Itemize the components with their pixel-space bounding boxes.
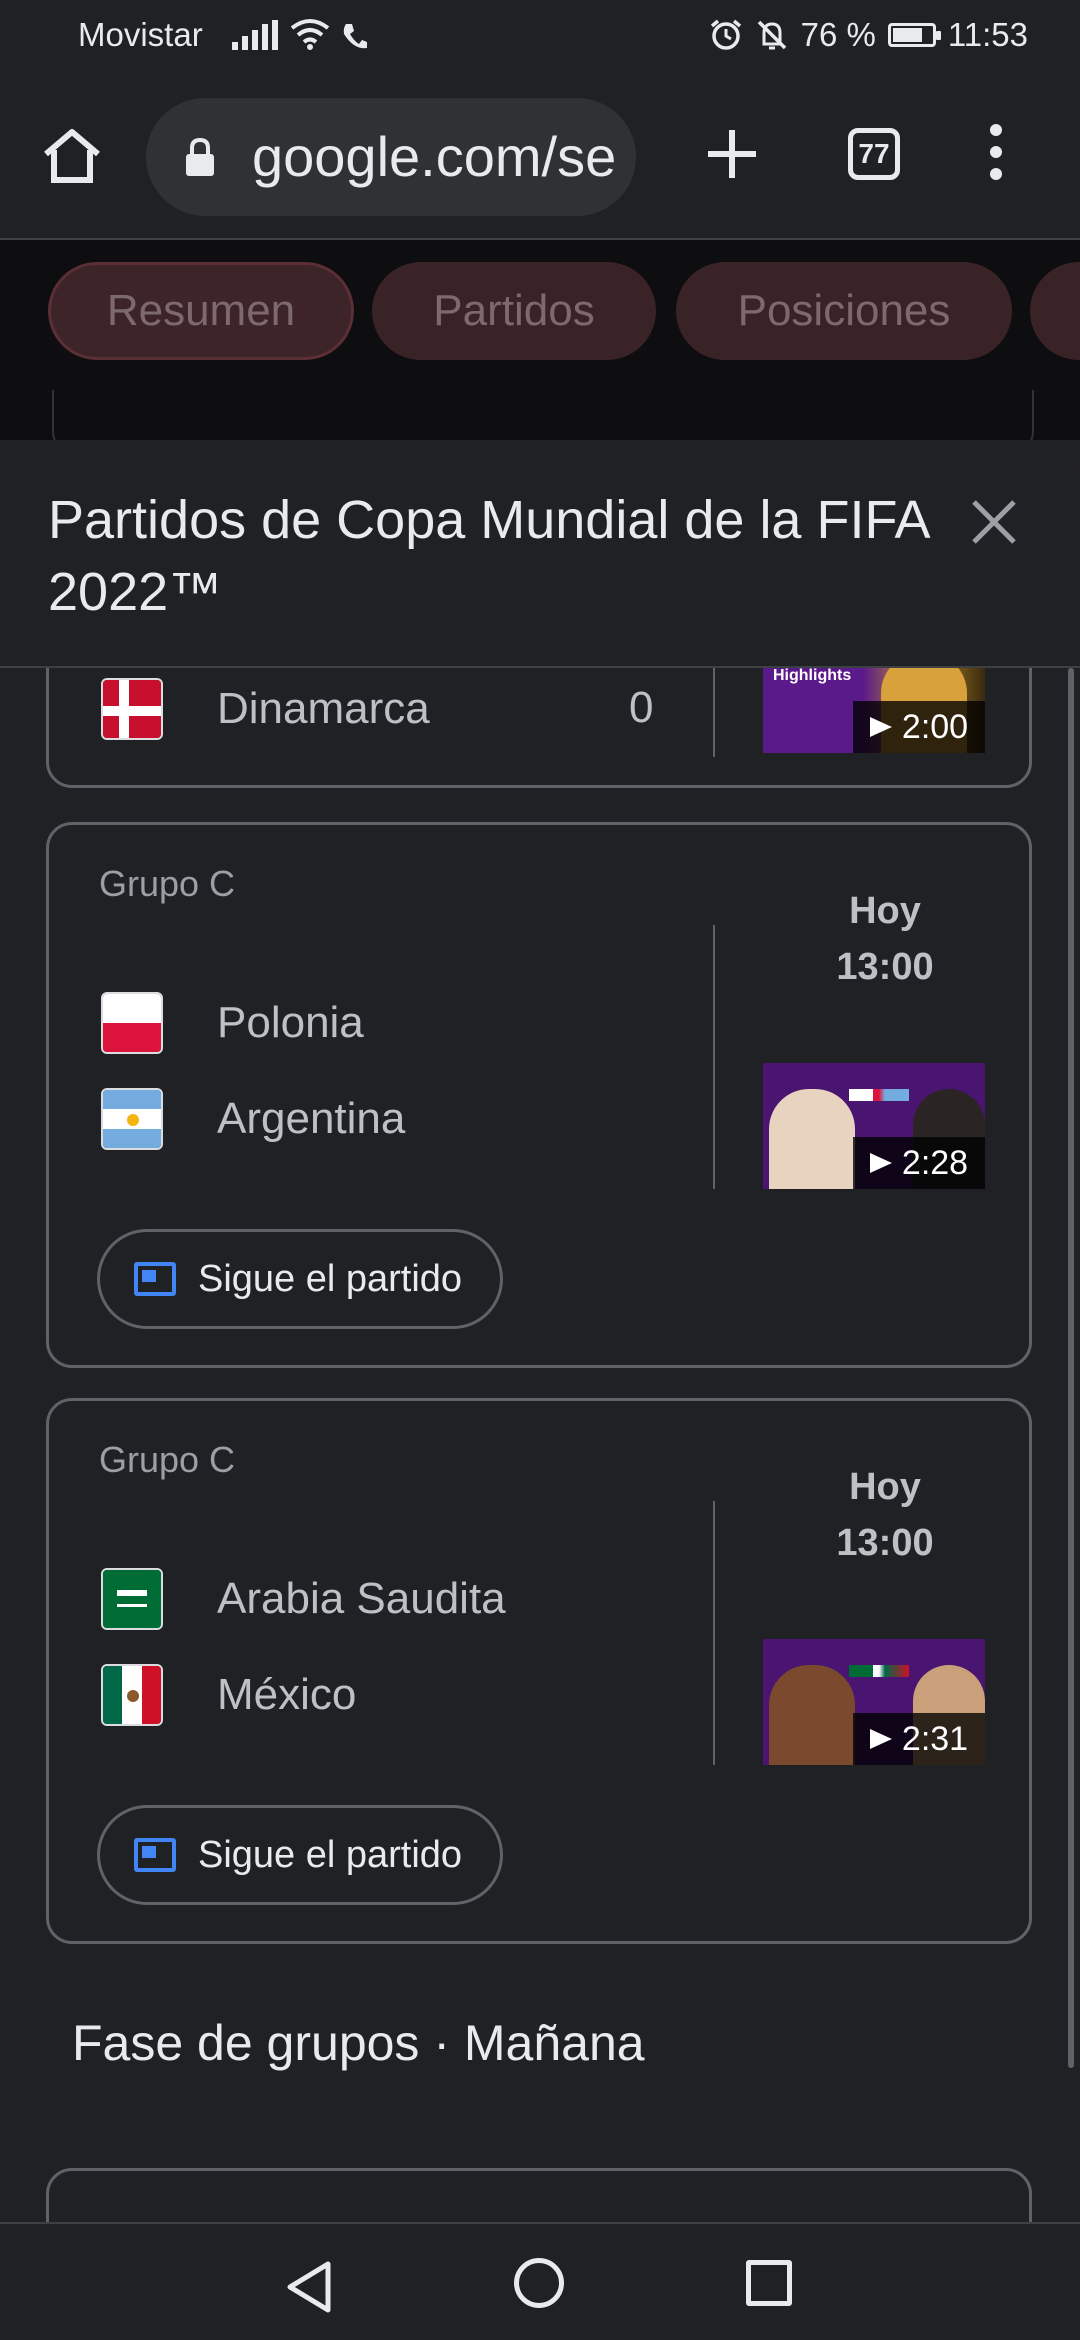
flag-poland-icon — [101, 992, 163, 1054]
video-duration: 2:28 — [853, 1137, 985, 1189]
lock-icon — [186, 138, 214, 176]
back-icon[interactable] — [284, 2260, 334, 2314]
team-name: México — [217, 1670, 357, 1719]
duration-text: 2:00 — [901, 707, 969, 746]
card-divider — [713, 925, 715, 1189]
team-name: Dinamarca — [217, 684, 430, 733]
section-title: Fase de grupos · Mañana — [72, 2015, 645, 2071]
match-card[interactable] — [46, 2168, 1032, 2222]
notifications-off-icon — [757, 20, 786, 50]
team-name: Arabia Saudita — [217, 1574, 506, 1623]
battery-icon — [887, 23, 941, 47]
flag-denmark-icon — [101, 678, 163, 740]
player-image — [769, 1665, 855, 1765]
highlights-thumbnail[interactable]: 2:31 — [763, 1639, 985, 1765]
group-label: Grupo C — [99, 863, 236, 904]
system-nav-bar — [0, 2222, 1080, 2340]
team-score: 0 — [629, 683, 654, 732]
team-row: Argentina — [101, 1087, 405, 1151]
team-row: Dinamarca — [101, 677, 430, 741]
home-icon[interactable] — [40, 124, 104, 188]
live-icon — [134, 1838, 176, 1872]
close-icon[interactable] — [968, 496, 1020, 548]
player-image — [769, 1089, 855, 1189]
duration-text: 2:31 — [901, 1719, 969, 1758]
wifi-icon — [290, 19, 330, 50]
alarm-icon — [710, 19, 741, 50]
play-icon — [869, 1153, 892, 1173]
tab-posiciones[interactable]: Posiciones — [676, 262, 1012, 360]
tab-partidos-label: Partidos — [433, 286, 595, 335]
highlights-thumbnail[interactable]: Highlights 2:00 — [763, 668, 985, 753]
tab-count: 77 — [858, 138, 890, 169]
flag-mexico-icon — [101, 1664, 163, 1726]
tab-resumen-label: Resumen — [106, 286, 296, 335]
address-bar[interactable]: google.com/se — [146, 98, 636, 216]
matches-list[interactable]: Dinamarca 0 Highlights 2:00 Grupo C Polo… — [0, 668, 1080, 2222]
match-time: Hoy 13:00 — [763, 1459, 1007, 1571]
follow-match-button[interactable]: Sigue el partido — [97, 1229, 504, 1329]
thumb-flags — [849, 1665, 909, 1677]
follow-match-button[interactable]: Sigue el partido — [97, 1805, 504, 1905]
video-duration: 2:31 — [853, 1713, 985, 1765]
tab-switcher-button[interactable]: 77 — [848, 128, 900, 180]
match-card[interactable]: Dinamarca 0 Highlights 2:00 — [46, 668, 1032, 788]
more-menu-icon[interactable] — [984, 124, 1008, 184]
background-page: Resumen Partidos Posiciones — [0, 240, 1080, 440]
status-bar: Movistar 76 % 11:53 — [0, 0, 1080, 72]
browser-toolbar: google.com/se 77 — [0, 72, 1080, 240]
battery-percent: 76 % — [800, 16, 876, 53]
thumb-caption: Highlights — [773, 668, 852, 684]
new-tab-icon[interactable] — [700, 122, 764, 186]
thumb-flags — [849, 1089, 909, 1101]
card-divider — [713, 668, 715, 757]
card-divider — [713, 1501, 715, 1765]
match-hour: 13:00 — [836, 946, 934, 988]
match-card[interactable]: Grupo C Polonia Argentina Hoy 13:00 2:28… — [46, 822, 1032, 1368]
battery-level — [892, 28, 922, 42]
url-text: google.com/se — [252, 125, 617, 188]
connectivity-icons — [232, 18, 368, 50]
clock: 11:53 — [947, 16, 1028, 53]
flag-saudi-arabia-icon — [101, 1568, 163, 1630]
match-day: Hoy — [849, 1466, 921, 1508]
home-nav-icon[interactable] — [514, 2258, 564, 2308]
status-right: 76 % 11:53 — [709, 16, 1028, 54]
team-row: México — [101, 1663, 356, 1727]
flag-argentina-icon — [101, 1088, 163, 1150]
carrier-name: Movistar — [78, 16, 203, 53]
follow-label: Sigue el partido — [198, 1257, 463, 1300]
recents-icon[interactable] — [746, 2260, 792, 2306]
tab-partidos[interactable]: Partidos — [372, 262, 656, 360]
signal-icon — [232, 20, 278, 50]
matches-sheet: Partidos de Copa Mundial de la FIFA 2022… — [0, 440, 1080, 2222]
tab-resumen[interactable]: Resumen — [48, 262, 354, 360]
highlights-thumbnail[interactable]: 2:28 — [763, 1063, 985, 1189]
tab-more[interactable] — [1030, 262, 1080, 360]
group-label: Grupo C — [99, 1439, 236, 1480]
match-hour: 13:00 — [836, 1522, 934, 1564]
background-card — [52, 390, 1034, 440]
match-card[interactable]: Grupo C Arabia Saudita México Hoy 13:00 … — [46, 1398, 1032, 1944]
duration-text: 2:28 — [901, 1143, 969, 1182]
sheet-title: Partidos de Copa Mundial de la FIFA 2022… — [48, 490, 928, 622]
play-icon — [869, 1729, 892, 1749]
team-row: Arabia Saudita — [101, 1567, 506, 1631]
match-time: Hoy 13:00 — [763, 883, 1007, 995]
phone-icon — [343, 24, 367, 49]
team-name: Polonia — [217, 998, 364, 1047]
tab-posiciones-label: Posiciones — [737, 286, 951, 335]
scrollbar[interactable] — [1068, 668, 1074, 2068]
play-icon — [869, 717, 892, 737]
match-day: Hoy — [849, 890, 921, 932]
team-row: Polonia — [101, 991, 364, 1055]
video-duration: 2:00 — [853, 701, 985, 753]
live-icon — [134, 1262, 176, 1296]
team-name: Argentina — [217, 1094, 406, 1143]
sheet-header: Partidos de Copa Mundial de la FIFA 2022… — [0, 440, 1080, 668]
follow-label: Sigue el partido — [198, 1833, 463, 1876]
